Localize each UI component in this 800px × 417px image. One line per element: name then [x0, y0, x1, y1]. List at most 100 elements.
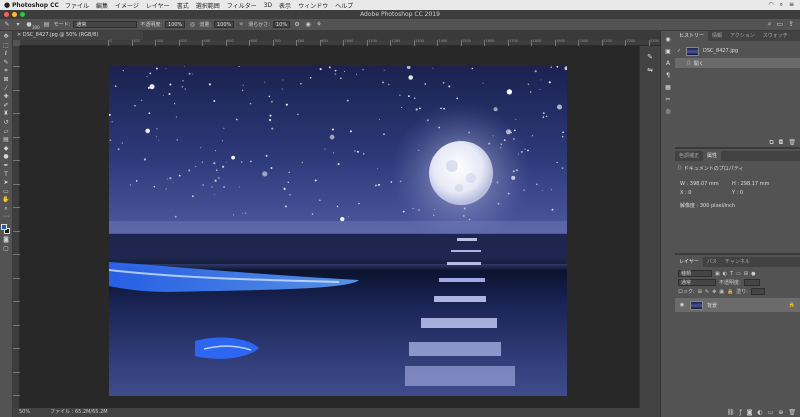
- lock-all-icon[interactable]: 🔒: [727, 289, 733, 295]
- layer-row[interactable]: ◉ 背景 🔒: [675, 298, 800, 312]
- vertical-ruler[interactable]: [13, 46, 20, 408]
- add-mask-icon[interactable]: ◙: [747, 409, 753, 416]
- brush-settings-icon[interactable]: ▤: [43, 21, 51, 28]
- trash-icon[interactable]: 🗑: [788, 409, 796, 416]
- frame-tool-icon[interactable]: ⊠: [2, 76, 11, 85]
- tab-channels[interactable]: チャンネル: [721, 257, 754, 267]
- filter-adjust-icon[interactable]: ◐: [723, 271, 727, 277]
- history-step-row[interactable]: ▯ 開く: [675, 58, 800, 68]
- document-tab[interactable]: ✕ DSC_8427.jpg @ 50% (RGB/8): [13, 31, 143, 40]
- gear-icon[interactable]: ⚙: [293, 21, 301, 28]
- file-size-info[interactable]: ファイル : 65.2M/65.2M: [50, 408, 107, 417]
- tab-properties[interactable]: 属性: [703, 151, 722, 161]
- new-layer-icon[interactable]: ⊕: [778, 409, 783, 416]
- filter-toggle-icon[interactable]: ●: [751, 271, 755, 277]
- lock-pixels-icon[interactable]: ⊞: [698, 289, 702, 295]
- gradient-tool-icon[interactable]: ▤: [2, 136, 11, 145]
- quick-mask-icon[interactable]: ◙: [2, 236, 11, 245]
- search-icon[interactable]: ⌕: [780, 1, 783, 9]
- pressure-size-icon[interactable]: ◉: [304, 21, 312, 28]
- tab-history[interactable]: ヒストリー: [675, 31, 709, 41]
- eye-panel-icon[interactable]: ◉: [663, 35, 673, 45]
- tab-swatches[interactable]: スウォッチ: [759, 31, 792, 41]
- 3d-panel-icon[interactable]: ◎: [663, 107, 673, 117]
- mode-select[interactable]: 通常: [73, 21, 138, 28]
- symmetry-icon[interactable]: ⚘: [315, 21, 323, 28]
- height-value[interactable]: H : 298.17 mm: [732, 181, 769, 187]
- link-layers-icon[interactable]: ⛓: [727, 409, 735, 416]
- fill-input[interactable]: [750, 288, 765, 295]
- airbrush-icon[interactable]: ✧: [237, 21, 245, 28]
- lock-artboard-icon[interactable]: ▣: [719, 289, 724, 295]
- share-icon[interactable]: ⇪: [788, 20, 794, 29]
- x-value[interactable]: X : 0: [680, 190, 732, 196]
- menu-list-icon[interactable]: ≡: [789, 1, 794, 9]
- opacity-input[interactable]: 100%: [165, 21, 186, 28]
- y-value[interactable]: Y : 0: [732, 190, 743, 196]
- paragraph-panel-icon[interactable]: ¶: [663, 71, 673, 81]
- smoothing-input[interactable]: 10%: [272, 21, 291, 28]
- tab-layers[interactable]: レイヤー: [675, 257, 703, 267]
- visibility-eye-icon[interactable]: ◉: [678, 302, 686, 308]
- menu-3d[interactable]: 3D: [264, 2, 272, 9]
- flow-input[interactable]: 100%: [214, 21, 235, 28]
- menu-window[interactable]: ウィンドウ: [298, 1, 328, 10]
- pen-tool-icon[interactable]: ✒: [2, 162, 11, 171]
- more-tools-icon[interactable]: ⋯: [2, 213, 11, 222]
- marquee-tool-icon[interactable]: ⬚: [2, 42, 11, 51]
- history-brush-tool-icon[interactable]: ↺: [2, 119, 11, 128]
- tools-panel-icon[interactable]: ✂: [663, 95, 673, 105]
- menu-type[interactable]: 書式: [177, 1, 189, 10]
- workspace-icon[interactable]: ▭: [777, 20, 784, 29]
- menu-edit[interactable]: 編集: [96, 1, 108, 10]
- new-document-from-state-icon[interactable]: ⧉: [769, 139, 773, 147]
- hand-tool-icon[interactable]: ✋: [2, 196, 11, 205]
- path-select-tool-icon[interactable]: ➤: [2, 179, 11, 188]
- quick-select-tool-icon[interactable]: ✎: [2, 59, 11, 68]
- brush-settings-panel-icon[interactable]: ✎: [645, 52, 656, 62]
- menu-select[interactable]: 選択範囲: [196, 1, 220, 10]
- color-swatches[interactable]: [1, 224, 11, 236]
- width-value[interactable]: W : 398.07 mm: [680, 181, 732, 187]
- tab-paths[interactable]: パス: [703, 257, 721, 267]
- filter-type-icon[interactable]: T: [730, 271, 733, 277]
- adjust-panel-icon[interactable]: ⇋: [645, 65, 656, 75]
- type-panel-icon[interactable]: A: [663, 59, 673, 69]
- lasso-tool-icon[interactable]: ℓ: [2, 50, 11, 59]
- menu-file[interactable]: ファイル: [65, 1, 89, 10]
- clone-stamp-tool-icon[interactable]: ♜: [2, 110, 11, 119]
- apple-icon[interactable]: ●: [2, 1, 12, 9]
- healing-brush-tool-icon[interactable]: ✚: [2, 93, 11, 102]
- tab-info[interactable]: 情報: [708, 31, 726, 41]
- cube-panel-icon[interactable]: ▣: [663, 47, 673, 57]
- eyedropper-tool-icon[interactable]: ⁄: [2, 85, 11, 94]
- crop-tool-icon[interactable]: ⌗: [2, 67, 11, 76]
- layer-opacity-input[interactable]: [743, 279, 760, 286]
- fx-icon[interactable]: ƒ: [739, 409, 741, 416]
- search-icon[interactable]: ⌕: [768, 20, 772, 29]
- wifi-icon[interactable]: ◠: [768, 1, 773, 9]
- zoom-tool-icon[interactable]: ⌕: [2, 205, 11, 214]
- lock-move-icon[interactable]: ✥: [712, 289, 716, 295]
- pressure-opacity-icon[interactable]: ◎: [188, 21, 196, 28]
- blur-tool-icon[interactable]: ◆: [2, 145, 11, 154]
- eraser-tool-icon[interactable]: ▱: [2, 128, 11, 137]
- layer-filter-select[interactable]: 種類: [678, 270, 712, 277]
- camera-icon[interactable]: ◘: [779, 139, 784, 146]
- adjustment-layer-icon[interactable]: ◐: [757, 409, 762, 416]
- lock-brush-icon[interactable]: ✎: [705, 289, 709, 295]
- chevron-down-icon[interactable]: ▾: [14, 21, 22, 28]
- zoom-level[interactable]: 50%: [19, 408, 30, 417]
- trash-icon[interactable]: 🗑: [788, 139, 796, 146]
- menu-filter[interactable]: フィルター: [227, 1, 257, 10]
- move-tool-icon[interactable]: ✥: [2, 33, 11, 42]
- group-icon[interactable]: ▭: [768, 409, 774, 416]
- canvas-area[interactable]: [20, 46, 639, 408]
- screen-mode-icon[interactable]: ▢: [2, 245, 11, 254]
- filter-pixel-icon[interactable]: ▣: [715, 271, 720, 277]
- menu-app-name[interactable]: Photoshop CC: [12, 2, 59, 9]
- menu-image[interactable]: イメージ: [115, 1, 139, 10]
- brush-tool-icon[interactable]: ✐: [2, 102, 11, 111]
- menu-help[interactable]: ヘルプ: [335, 1, 353, 10]
- libraries-panel-icon[interactable]: ▦: [663, 83, 673, 93]
